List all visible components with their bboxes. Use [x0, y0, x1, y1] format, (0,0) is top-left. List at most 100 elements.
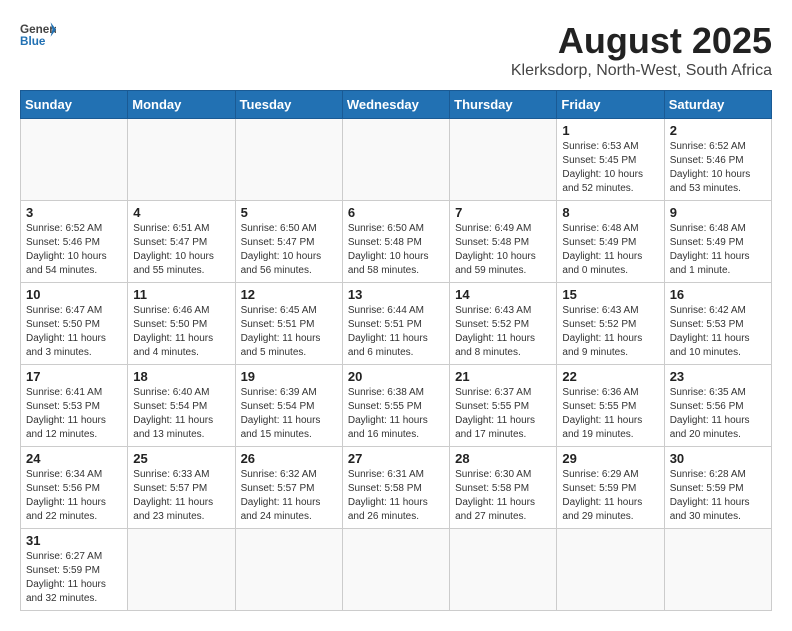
calendar-cell: 15 Sunrise: 6:43 AM Sunset: 5:52 PM Dayli… — [557, 283, 664, 365]
calendar-cell — [557, 529, 664, 611]
day-number: 7 — [455, 205, 551, 220]
day-info: Sunrise: 6:34 AM Sunset: 5:56 PM Dayligh… — [26, 468, 122, 524]
calendar-cell: 23 Sunrise: 6:35 AM Sunset: 5:56 PM Dayli… — [664, 365, 771, 447]
logo-icon: General Blue — [20, 20, 56, 48]
day-info: Sunrise: 6:52 AM Sunset: 5:46 PM Dayligh… — [670, 140, 766, 196]
calendar-cell: 25 Sunrise: 6:33 AM Sunset: 5:57 PM Dayli… — [128, 447, 235, 529]
day-info: Sunrise: 6:40 AM Sunset: 5:54 PM Dayligh… — [133, 386, 229, 442]
day-number: 12 — [241, 287, 337, 302]
calendar-cell: 21 Sunrise: 6:37 AM Sunset: 5:55 PM Dayli… — [450, 365, 557, 447]
day-number: 19 — [241, 369, 337, 384]
day-info: Sunrise: 6:39 AM Sunset: 5:54 PM Dayligh… — [241, 386, 337, 442]
day-number: 26 — [241, 451, 337, 466]
day-number: 16 — [670, 287, 766, 302]
calendar-cell: 1 Sunrise: 6:53 AM Sunset: 5:45 PM Daylig… — [557, 119, 664, 201]
day-info: Sunrise: 6:38 AM Sunset: 5:55 PM Dayligh… — [348, 386, 444, 442]
week-row-4: 24Sunrise: 6:34 AM Sunset: 5:56 PM Dayli… — [21, 447, 772, 529]
day-number: 14 — [455, 287, 551, 302]
day-number: 25 — [133, 451, 229, 466]
day-info: Sunrise: 6:46 AM Sunset: 5:50 PM Dayligh… — [133, 304, 229, 360]
weekday-header-row: SundayMondayTuesdayWednesdayThursdayFrid… — [21, 91, 772, 119]
calendar-cell: 2Sunrise: 6:52 AM Sunset: 5:46 PM Daylig… — [664, 119, 771, 201]
day-info: Sunrise: 6:27 AM Sunset: 5:59 PM Dayligh… — [26, 550, 122, 606]
day-info: Sunrise: 6:50 AM Sunset: 5:47 PM Dayligh… — [241, 222, 337, 278]
day-info: Sunrise: 6:53 AM Sunset: 5:45 PM Dayligh… — [562, 140, 658, 196]
calendar-cell: 20 Sunrise: 6:38 AM Sunset: 5:55 PM Dayli… — [342, 365, 449, 447]
day-info: Sunrise: 6:44 AM Sunset: 5:51 PM Dayligh… — [348, 304, 444, 360]
calendar-cell: 10Sunrise: 6:47 AM Sunset: 5:50 PM Dayli… — [21, 283, 128, 365]
weekday-header-monday: Monday — [128, 91, 235, 119]
day-number: 22 — [562, 369, 658, 384]
day-info: Sunrise: 6:43 AM Sunset: 5:52 PM Dayligh… — [455, 304, 551, 360]
calendar-cell: 26 Sunrise: 6:32 AM Sunset: 5:57 PM Dayli… — [235, 447, 342, 529]
calendar-cell — [450, 119, 557, 201]
day-number: 11 — [133, 287, 229, 302]
calendar-cell — [235, 529, 342, 611]
day-info: Sunrise: 6:43 AM Sunset: 5:52 PM Dayligh… — [562, 304, 658, 360]
day-number: 28 — [455, 451, 551, 466]
day-info: Sunrise: 6:45 AM Sunset: 5:51 PM Dayligh… — [241, 304, 337, 360]
day-info: Sunrise: 6:48 AM Sunset: 5:49 PM Dayligh… — [562, 222, 658, 278]
day-info: Sunrise: 6:41 AM Sunset: 5:53 PM Dayligh… — [26, 386, 122, 442]
calendar-cell: 13 Sunrise: 6:44 AM Sunset: 5:51 PM Dayli… — [342, 283, 449, 365]
day-info: Sunrise: 6:32 AM Sunset: 5:57 PM Dayligh… — [241, 468, 337, 524]
day-info: Sunrise: 6:31 AM Sunset: 5:58 PM Dayligh… — [348, 468, 444, 524]
day-info: Sunrise: 6:42 AM Sunset: 5:53 PM Dayligh… — [670, 304, 766, 360]
day-info: Sunrise: 6:48 AM Sunset: 5:49 PM Dayligh… — [670, 222, 766, 278]
calendar-cell — [342, 119, 449, 201]
day-info: Sunrise: 6:49 AM Sunset: 5:48 PM Dayligh… — [455, 222, 551, 278]
day-number: 20 — [348, 369, 444, 384]
calendar-cell: 4Sunrise: 6:51 AM Sunset: 5:47 PM Daylig… — [128, 201, 235, 283]
calendar-cell: 31 Sunrise: 6:27 AM Sunset: 5:59 PM Dayli… — [21, 529, 128, 611]
week-row-3: 17Sunrise: 6:41 AM Sunset: 5:53 PM Dayli… — [21, 365, 772, 447]
calendar-cell: 9 Sunrise: 6:48 AM Sunset: 5:49 PM Daylig… — [664, 201, 771, 283]
calendar-cell — [128, 119, 235, 201]
day-number: 6 — [348, 205, 444, 220]
calendar-cell: 8 Sunrise: 6:48 AM Sunset: 5:49 PM Daylig… — [557, 201, 664, 283]
calendar-cell: 17Sunrise: 6:41 AM Sunset: 5:53 PM Dayli… — [21, 365, 128, 447]
day-number: 23 — [670, 369, 766, 384]
calendar-cell — [450, 529, 557, 611]
calendar-cell: 18Sunrise: 6:40 AM Sunset: 5:54 PM Dayli… — [128, 365, 235, 447]
calendar-cell: 11 Sunrise: 6:46 AM Sunset: 5:50 PM Dayli… — [128, 283, 235, 365]
day-info: Sunrise: 6:47 AM Sunset: 5:50 PM Dayligh… — [26, 304, 122, 360]
calendar-cell: 22Sunrise: 6:36 AM Sunset: 5:55 PM Dayli… — [557, 365, 664, 447]
day-number: 8 — [562, 205, 658, 220]
calendar-cell — [342, 529, 449, 611]
logo: General Blue — [20, 20, 56, 48]
day-info: Sunrise: 6:29 AM Sunset: 5:59 PM Dayligh… — [562, 468, 658, 524]
location: Klerksdorp, North-West, South Africa — [511, 62, 772, 80]
week-row-0: 1 Sunrise: 6:53 AM Sunset: 5:45 PM Daylig… — [21, 119, 772, 201]
calendar-table: SundayMondayTuesdayWednesdayThursdayFrid… — [20, 90, 772, 611]
day-info: Sunrise: 6:35 AM Sunset: 5:56 PM Dayligh… — [670, 386, 766, 442]
calendar-cell: 30Sunrise: 6:28 AM Sunset: 5:59 PM Dayli… — [664, 447, 771, 529]
day-number: 1 — [562, 123, 658, 138]
day-info: Sunrise: 6:28 AM Sunset: 5:59 PM Dayligh… — [670, 468, 766, 524]
svg-text:Blue: Blue — [20, 35, 46, 48]
header: General Blue August 2025 Klerksdorp, Nor… — [20, 20, 772, 80]
calendar-cell — [235, 119, 342, 201]
month-year: August 2025 — [511, 20, 772, 62]
day-info: Sunrise: 6:50 AM Sunset: 5:48 PM Dayligh… — [348, 222, 444, 278]
weekday-header-tuesday: Tuesday — [235, 91, 342, 119]
day-number: 9 — [670, 205, 766, 220]
calendar-cell: 5Sunrise: 6:50 AM Sunset: 5:47 PM Daylig… — [235, 201, 342, 283]
day-number: 21 — [455, 369, 551, 384]
week-row-2: 10Sunrise: 6:47 AM Sunset: 5:50 PM Dayli… — [21, 283, 772, 365]
day-number: 31 — [26, 533, 122, 548]
calendar-cell: 29Sunrise: 6:29 AM Sunset: 5:59 PM Dayli… — [557, 447, 664, 529]
day-number: 15 — [562, 287, 658, 302]
week-row-5: 31 Sunrise: 6:27 AM Sunset: 5:59 PM Dayli… — [21, 529, 772, 611]
calendar-cell: 12 Sunrise: 6:45 AM Sunset: 5:51 PM Dayli… — [235, 283, 342, 365]
day-info: Sunrise: 6:52 AM Sunset: 5:46 PM Dayligh… — [26, 222, 122, 278]
calendar-cell: 7 Sunrise: 6:49 AM Sunset: 5:48 PM Daylig… — [450, 201, 557, 283]
weekday-header-thursday: Thursday — [450, 91, 557, 119]
day-info: Sunrise: 6:37 AM Sunset: 5:55 PM Dayligh… — [455, 386, 551, 442]
day-info: Sunrise: 6:51 AM Sunset: 5:47 PM Dayligh… — [133, 222, 229, 278]
calendar-cell: 28Sunrise: 6:30 AM Sunset: 5:58 PM Dayli… — [450, 447, 557, 529]
calendar-cell: 3Sunrise: 6:52 AM Sunset: 5:46 PM Daylig… — [21, 201, 128, 283]
calendar-cell: 27Sunrise: 6:31 AM Sunset: 5:58 PM Dayli… — [342, 447, 449, 529]
day-number: 13 — [348, 287, 444, 302]
calendar-cell — [664, 529, 771, 611]
day-info: Sunrise: 6:33 AM Sunset: 5:57 PM Dayligh… — [133, 468, 229, 524]
